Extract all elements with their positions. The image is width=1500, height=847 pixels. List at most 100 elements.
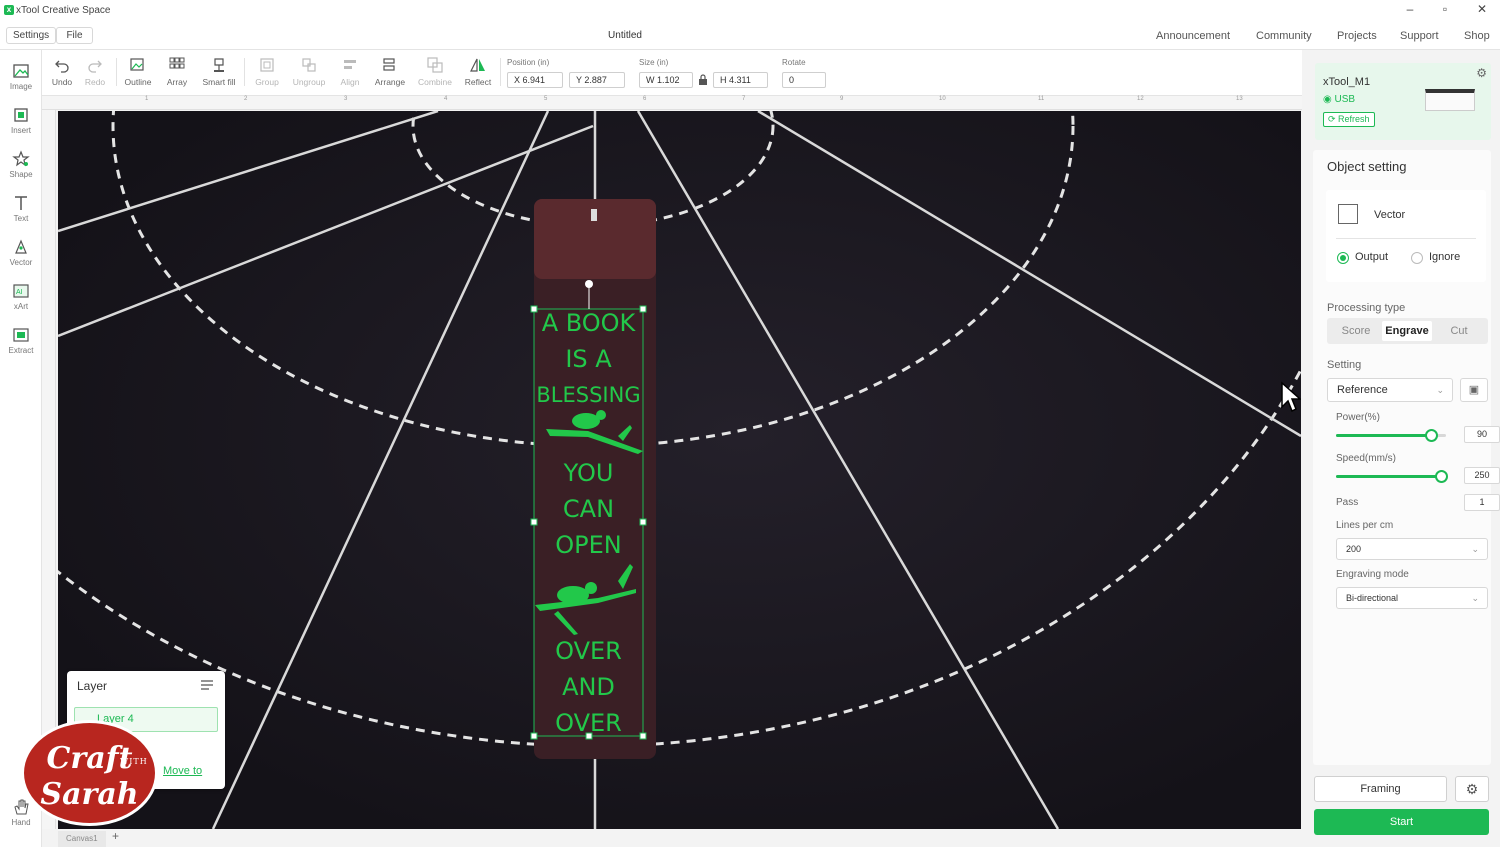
- pass-input[interactable]: 1: [1464, 494, 1500, 511]
- horizontal-ruler: 1 2 3 4 5 6 7 9 10 11 12 13: [42, 96, 1302, 110]
- nav-projects[interactable]: Projects: [1337, 30, 1377, 42]
- lock-icon[interactable]: [698, 74, 708, 86]
- layer-panel-title: Layer: [77, 679, 108, 693]
- ruler-number: 9: [840, 96, 844, 102]
- redo-icon: [88, 60, 102, 73]
- add-canvas-icon[interactable]: +: [112, 829, 119, 843]
- position-y-input[interactable]: Y 2.887: [569, 72, 625, 88]
- move-to-link[interactable]: Move to: [163, 765, 202, 777]
- score-tab[interactable]: Score: [1331, 321, 1381, 341]
- device-settings-gear-icon[interactable]: ⚙: [1476, 66, 1487, 80]
- refresh-label: Refresh: [1338, 114, 1370, 124]
- engraving-mode-dropdown[interactable]: Bi-directional ⌄: [1336, 587, 1488, 609]
- redo-button[interactable]: Redo: [75, 56, 115, 87]
- tool-vector[interactable]: Vector: [0, 238, 42, 267]
- nav-announcement[interactable]: Announcement: [1156, 30, 1230, 42]
- refresh-button[interactable]: ⟳ Refresh: [1323, 112, 1375, 127]
- work-canvas[interactable]: A BOOK IS A BLESSING YOU CAN OPEN OVER A…: [58, 111, 1301, 829]
- reflect-button[interactable]: Reflect: [458, 56, 498, 87]
- canvas-drawing: [58, 111, 1301, 829]
- nav-shop[interactable]: Shop: [1464, 30, 1490, 42]
- outline-button[interactable]: Outline: [118, 56, 158, 87]
- combine-button[interactable]: Combine: [414, 56, 456, 87]
- align-icon: [344, 60, 356, 69]
- mat-circles: [58, 111, 1301, 748]
- design-text-line: A BOOK: [541, 309, 636, 337]
- size-label: Size (in): [639, 58, 669, 67]
- text-icon: [15, 196, 27, 210]
- tool-insert[interactable]: Insert: [0, 106, 42, 135]
- object-setting-title: Object setting: [1327, 159, 1407, 174]
- speed-slider-handle[interactable]: [1435, 470, 1448, 483]
- array-icon: [169, 57, 185, 69]
- nav-support[interactable]: Support: [1400, 30, 1439, 42]
- tool-image[interactable]: Image: [0, 62, 42, 91]
- undo-icon: [55, 60, 69, 73]
- maximize-icon[interactable]: ▫: [1435, 2, 1455, 16]
- array-label: Array: [166, 77, 188, 87]
- engraving-mode-label: Engraving mode: [1336, 569, 1409, 580]
- layer-menu-icon[interactable]: [201, 680, 213, 690]
- design-text-line: IS A: [565, 345, 612, 373]
- framing-button[interactable]: Framing: [1314, 776, 1447, 802]
- save-preset-button[interactable]: ▣: [1460, 378, 1488, 402]
- reflect-label: Reflect: [464, 77, 492, 87]
- nav-community[interactable]: Community: [1256, 30, 1312, 42]
- image-icon: [13, 64, 29, 78]
- group-button[interactable]: Group: [247, 56, 287, 87]
- watermark-text: Sarah: [40, 777, 139, 812]
- speed-slider[interactable]: [1336, 470, 1448, 483]
- speed-input[interactable]: 250: [1464, 467, 1500, 484]
- device-card[interactable]: xTool_M1 ◉ USB ⟳ Refresh ⚙: [1315, 63, 1491, 140]
- power-slider[interactable]: [1336, 429, 1446, 442]
- processing-type-label: Processing type: [1327, 302, 1406, 314]
- tool-extract-label: Extract: [8, 346, 34, 355]
- tool-text[interactable]: Text: [0, 194, 42, 223]
- size-width-input[interactable]: W 1.102: [639, 72, 693, 88]
- rotate-input[interactable]: 0: [782, 72, 826, 88]
- outline-label: Outline: [124, 77, 152, 87]
- design-text-line: AND: [562, 673, 615, 701]
- process-settings-gear-icon[interactable]: ⚙: [1455, 776, 1489, 802]
- start-button[interactable]: Start: [1314, 809, 1489, 835]
- smart-fill-button[interactable]: Smart fill: [198, 56, 240, 87]
- group-label: Group: [255, 77, 279, 87]
- lines-per-cm-dropdown[interactable]: 200 ⌄: [1336, 538, 1488, 560]
- title-bar: x xTool Creative Space – ▫ ✕: [0, 0, 1500, 22]
- radio-dot-icon: [1411, 252, 1423, 264]
- watermark-text: WITH: [120, 757, 148, 766]
- position-x-input[interactable]: X 6.941: [507, 72, 563, 88]
- tool-extract[interactable]: Extract: [0, 326, 42, 355]
- ignore-radio[interactable]: Ignore: [1411, 251, 1460, 264]
- outline-icon: [130, 58, 144, 71]
- smart-fill-label: Smart fill: [202, 77, 236, 87]
- ruler-number: 6: [643, 96, 647, 102]
- output-radio[interactable]: Output: [1337, 251, 1388, 264]
- rotate-label: Rotate: [782, 58, 806, 67]
- power-input[interactable]: 90: [1464, 426, 1500, 443]
- ai-art-icon: AI: [13, 284, 29, 298]
- setting-dropdown[interactable]: Reference ⌄: [1327, 378, 1453, 402]
- design-text-line: OPEN: [555, 531, 622, 559]
- engrave-text-block[interactable]: A BOOK IS A BLESSING YOU CAN OPEN OVER A…: [534, 305, 643, 741]
- ungroup-button[interactable]: Ungroup: [287, 56, 331, 87]
- cut-tab[interactable]: Cut: [1434, 321, 1484, 341]
- tool-xart[interactable]: AI xArt: [0, 282, 42, 311]
- redo-label: Redo: [84, 77, 106, 87]
- close-icon[interactable]: ✕: [1472, 2, 1492, 16]
- arrange-button[interactable]: Arrange: [370, 56, 410, 87]
- tool-shape[interactable]: Shape: [0, 150, 42, 179]
- minimize-icon[interactable]: –: [1400, 2, 1420, 16]
- left-toolbar: Image Insert Shape Text Vector AI xArt E…: [0, 50, 42, 847]
- connection-label: USB: [1334, 94, 1356, 105]
- combine-label: Combine: [417, 77, 453, 87]
- size-height-input[interactable]: H 4.311: [713, 72, 768, 88]
- ruler-number: 5: [544, 96, 548, 102]
- group-icon: [260, 58, 274, 72]
- canvas-tab[interactable]: Canvas1: [58, 831, 106, 847]
- tool-vector-label: Vector: [9, 258, 33, 267]
- power-slider-handle[interactable]: [1425, 429, 1438, 442]
- align-button[interactable]: Align: [330, 56, 370, 87]
- engrave-tab[interactable]: Engrave: [1382, 321, 1432, 341]
- array-button[interactable]: Array: [157, 56, 197, 87]
